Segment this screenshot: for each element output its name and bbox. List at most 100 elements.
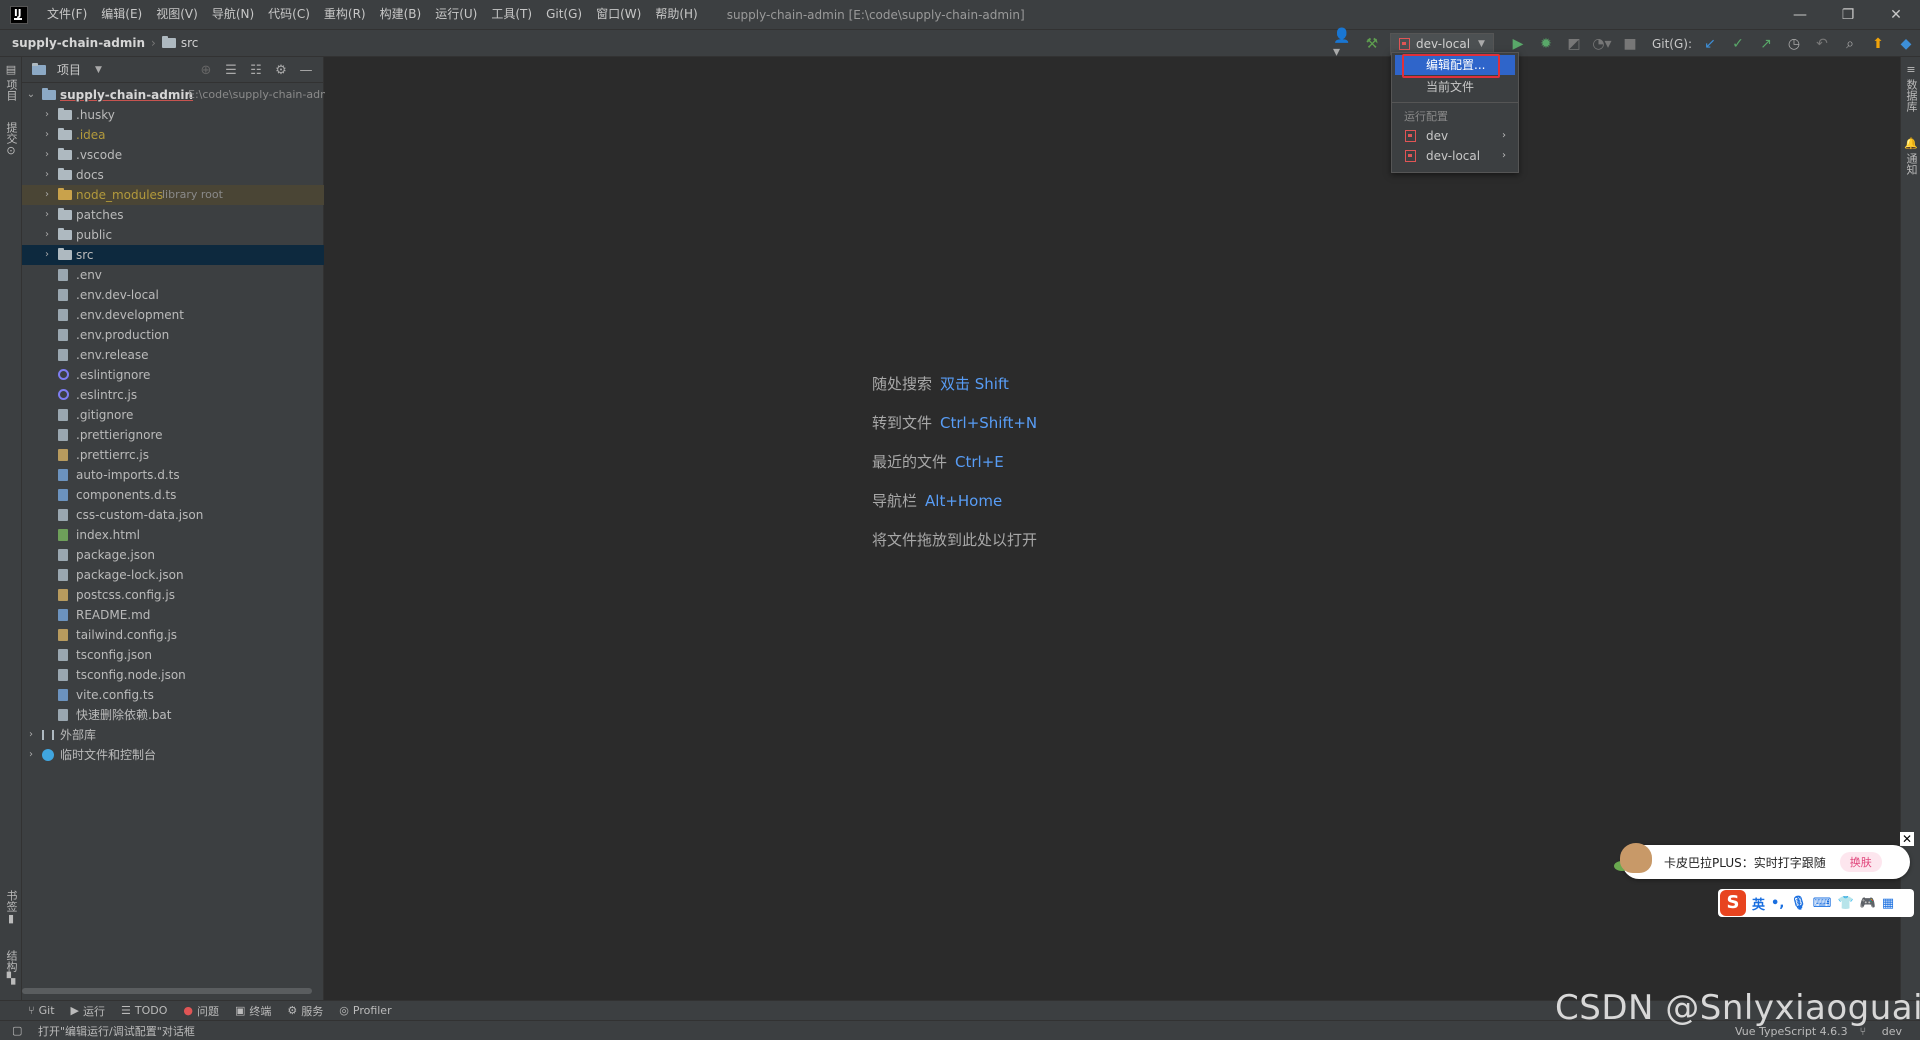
tree-item[interactable]: › src <box>22 245 324 265</box>
skin-shirt-icon[interactable]: 👕 <box>1838 896 1854 911</box>
horizontal-scrollbar[interactable] <box>22 988 312 994</box>
tab-services[interactable]: ⚙ 服务 <box>287 1003 323 1019</box>
toolbox-icon[interactable]: ◆ <box>1895 33 1917 55</box>
ime-lang-toggle[interactable]: 英 <box>1752 894 1765 913</box>
tab-terminal[interactable]: ▣ 终端 <box>235 1003 271 1019</box>
update-icon[interactable]: ⬆ <box>1867 33 1889 55</box>
tree-item[interactable]: › .husky <box>22 105 324 125</box>
config-item-dev[interactable]: dev › <box>1392 126 1518 146</box>
tree-item[interactable]: › patches <box>22 205 324 225</box>
chevron-down-icon[interactable]: ⌄ <box>26 85 36 105</box>
tree-item[interactable]: tsconfig.node.json <box>22 665 324 685</box>
debug-icon[interactable]: ✹ <box>1535 33 1557 55</box>
punctuation-icon[interactable]: •, <box>1771 896 1784 911</box>
sogou-logo-icon[interactable]: S <box>1720 890 1746 916</box>
tree-item[interactable]: ⌄ supply-chain-admin E:\code\supply-chain-… <box>22 85 341 105</box>
menu-tools[interactable]: 工具(T) <box>484 0 539 29</box>
expand-all-icon[interactable]: ☰ <box>220 59 242 81</box>
tab-bookmarks[interactable]: 书签 ▮ <box>0 887 22 925</box>
ime-close-icon[interactable]: ✕ <box>1900 832 1914 846</box>
tab-problems[interactable]: ● 问题 <box>183 1003 219 1019</box>
history-icon[interactable]: ◷ <box>1783 33 1805 55</box>
menu-file[interactable]: 文件(F) <box>40 0 94 29</box>
tree-item[interactable]: vite.config.ts <box>22 685 324 705</box>
tab-structure[interactable]: 结构 ▚ <box>0 947 22 985</box>
chevron-right-icon[interactable]: › <box>42 205 52 225</box>
tree-item[interactable]: .gitignore <box>22 405 324 425</box>
locate-icon[interactable]: ⊕ <box>195 59 217 81</box>
close-window-icon[interactable]: ✕ <box>1872 0 1920 29</box>
tab-todo[interactable]: ☰ TODO <box>121 1004 167 1017</box>
layout-toggle-icon[interactable]: ▢ <box>12 1024 22 1037</box>
tree-item[interactable]: package-lock.json <box>22 565 324 585</box>
tree-item[interactable]: .prettierrc.js <box>22 445 324 465</box>
config-item-dev-local[interactable]: dev-local › <box>1392 146 1518 166</box>
tab-database[interactable]: ≡ 数据库 <box>1901 63 1920 112</box>
menu-code[interactable]: 代码(C) <box>261 0 317 29</box>
minimize-icon[interactable]: — <box>1776 0 1824 29</box>
chevron-right-icon[interactable]: › <box>42 225 52 245</box>
menu-refactor[interactable]: 重构(R) <box>317 0 373 29</box>
tree-item[interactable]: › .vscode <box>22 145 324 165</box>
keyboard-icon[interactable]: ⌨ <box>1813 896 1832 911</box>
tree-item[interactable]: tailwind.config.js <box>22 625 324 645</box>
tree-item[interactable]: .prettierignore <box>22 425 324 445</box>
menu-navigate[interactable]: 导航(N) <box>205 0 261 29</box>
coverage-icon[interactable]: ◩ <box>1563 33 1585 55</box>
gear-icon[interactable]: ⚙ <box>270 59 292 81</box>
breadcrumb-src[interactable]: src <box>181 36 199 50</box>
microphone-icon[interactable]: 🎙 <box>1790 896 1807 911</box>
profile-icon[interactable]: ◔▾ <box>1591 33 1613 55</box>
ime-promo-card[interactable]: 卡皮巴拉PLUS：实时打字跟随 换肤 <box>1614 843 1910 879</box>
tree-item[interactable]: index.html <box>22 525 324 545</box>
menu-view[interactable]: 视图(V) <box>149 0 205 29</box>
tree-item[interactable]: › .idea <box>22 125 324 145</box>
tree-item[interactable]: › node_modules library root <box>22 185 324 205</box>
chevron-right-icon[interactable]: › <box>42 105 52 125</box>
tree-item[interactable]: .env.production <box>22 325 324 345</box>
git-commit-icon[interactable]: ✓ <box>1727 33 1749 55</box>
tree-item[interactable]: README.md <box>22 605 324 625</box>
user-icon[interactable]: 👤▾ <box>1333 28 1355 60</box>
build-hammer-icon[interactable]: ⚒ <box>1361 33 1383 55</box>
hide-icon[interactable]: — <box>295 59 317 81</box>
tree-item[interactable]: .eslintrc.js <box>22 385 324 405</box>
ime-skin-button[interactable]: 换肤 <box>1839 852 1882 872</box>
menu-help[interactable]: 帮助(H) <box>648 0 704 29</box>
menu-git[interactable]: Git(G) <box>539 0 589 29</box>
collapse-all-icon[interactable]: ☷ <box>245 59 267 81</box>
menu-window[interactable]: 窗口(W) <box>589 0 648 29</box>
menu-run[interactable]: 运行(U) <box>428 0 484 29</box>
tab-git[interactable]: ⑂ Git <box>28 1004 55 1017</box>
menu-edit[interactable]: 编辑(E) <box>94 0 149 29</box>
stop-icon[interactable]: ■ <box>1619 33 1641 55</box>
tree-item[interactable]: › 临时文件和控制台 <box>22 745 324 765</box>
tree-item[interactable]: .env <box>22 265 324 285</box>
tree-item[interactable]: components.d.ts <box>22 485 324 505</box>
current-file-item[interactable]: 当前文件 <box>1392 77 1518 97</box>
chevron-right-icon[interactable]: › <box>42 125 52 145</box>
tab-notifications[interactable]: 🔔 通知 <box>1901 137 1920 175</box>
tab-commit[interactable]: 提交 ⊙ <box>0 119 22 157</box>
restore-icon[interactable]: ❐ <box>1824 0 1872 29</box>
chevron-right-icon[interactable]: › <box>26 745 36 765</box>
chevron-right-icon[interactable]: › <box>42 245 52 265</box>
tree-item[interactable]: 快速删除依赖.bat <box>22 705 324 725</box>
tree-item[interactable]: › public <box>22 225 324 245</box>
tree-item[interactable]: tsconfig.json <box>22 645 324 665</box>
git-update-icon[interactable]: ↙ <box>1699 33 1721 55</box>
chevron-right-icon[interactable]: › <box>42 185 52 205</box>
rollback-icon[interactable]: ↶ <box>1811 33 1833 55</box>
tree-item[interactable]: .env.release <box>22 345 324 365</box>
git-push-icon[interactable]: ↗ <box>1755 33 1777 55</box>
tab-run[interactable]: ▶ 运行 <box>71 1003 105 1019</box>
tree-item[interactable]: .env.development <box>22 305 324 325</box>
game-icon[interactable]: 🎮 <box>1860 896 1876 911</box>
chevron-right-icon[interactable]: › <box>42 145 52 165</box>
toolbox-grid-icon[interactable]: ▦ <box>1882 896 1894 911</box>
tree-item[interactable]: css-custom-data.json <box>22 505 324 525</box>
tab-project[interactable]: ▤ 项目 <box>0 63 22 101</box>
tree-item[interactable]: .env.dev-local <box>22 285 324 305</box>
menu-build[interactable]: 构建(B) <box>373 0 429 29</box>
project-panel-title[interactable]: 项目 <box>57 61 81 78</box>
